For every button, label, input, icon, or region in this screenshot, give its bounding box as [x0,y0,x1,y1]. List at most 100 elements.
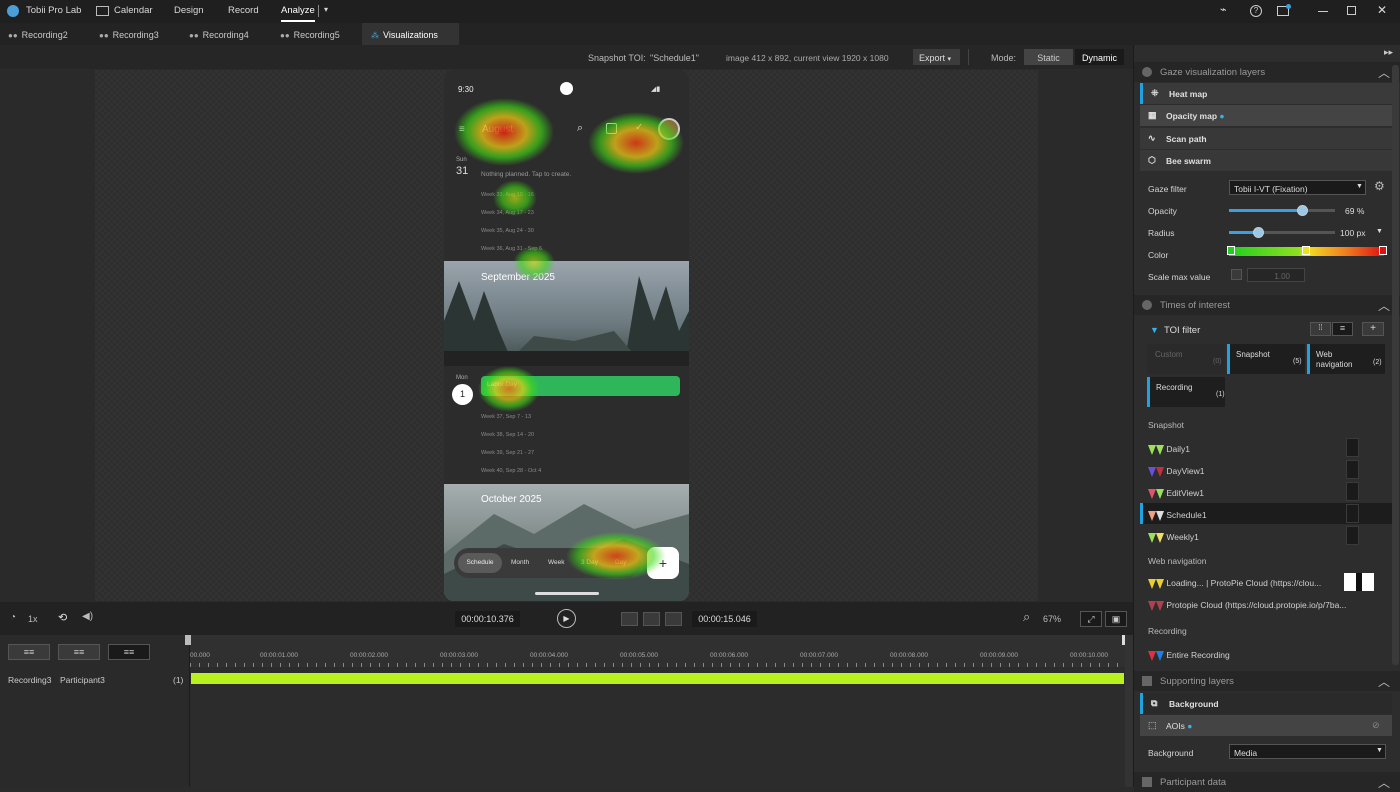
color-stop-high[interactable] [1379,246,1387,255]
toi-item[interactable]: Daily1 [1148,444,1190,455]
export-button[interactable]: Export ▾ [913,49,960,65]
tab-recording5[interactable]: ●● Recording5 [280,23,340,45]
color-stop-low[interactable] [1227,246,1235,255]
layer-background[interactable]: ⧉ Background [1140,693,1392,714]
filter-snapshot[interactable]: Snapshot (5) [1227,344,1305,374]
week-row: Week 33, Aug 10 - 16 [481,192,534,198]
tab-recording2[interactable]: ●● Recording2 [8,23,68,45]
zoom-icon[interactable]: ⌕ [1023,609,1030,625]
nav-design[interactable]: Design [174,5,204,16]
gaze-filter-select[interactable]: Tobii I-VT (Fixation) ▼ [1229,180,1366,195]
toi-item-selected[interactable]: Schedule1 [1148,510,1207,521]
activity-icon[interactable]: ⌁ [1220,3,1227,16]
recording-bar[interactable] [191,673,1124,684]
nav-month: Month [511,559,530,566]
hide-icon[interactable]: ⊘ [1372,720,1380,731]
trim-icon[interactable] [665,612,682,626]
supporting-layers-header[interactable]: Supporting layers ︿ [1134,671,1400,691]
color-stop-mid[interactable] [1302,246,1310,255]
timeline-row-headers: ≡≡ ≡≡ ≡≡ Recording3 Participant3 (1) [0,635,190,787]
layer-bee-swarm[interactable]: ⬡ Bee swarm [1140,150,1392,171]
minimize-icon[interactable] [1318,11,1328,12]
toi-thumbnail [1344,573,1374,591]
nav-analyze[interactable]: Analyze [281,5,315,16]
opacity-slider-thumb[interactable] [1297,205,1309,216]
filter-custom[interactable]: Custom (0) [1147,344,1225,374]
radius-slider-thumb[interactable] [1252,227,1264,238]
toi-thumbnail [1346,482,1359,501]
collapse-panel-icon[interactable]: ▸▸ [1384,47,1393,58]
nav-dropdown-icon[interactable]: ▾ [324,5,328,14]
radius-dropdown-icon[interactable]: ▼ [1376,228,1383,235]
tab-visualizations[interactable]: ⁂ Visualizations [362,23,459,45]
toi-color-marker [1148,578,1156,589]
marker-icon[interactable] [621,612,638,626]
layer-scan-path[interactable]: ∿ Scan path [1140,128,1392,149]
toi-item[interactable]: Entire Recording [1148,650,1230,661]
snapshot-icon[interactable] [643,612,660,626]
playhead-start[interactable] [185,635,191,645]
toi-thumbnail [1346,504,1359,523]
filter-web-navigation[interactable]: Web navigation (2) [1307,344,1385,374]
panel-scrollbar[interactable] [1392,65,1399,665]
chevron-up-icon[interactable]: ︿ [1378,774,1390,791]
speed-icon[interactable]: ◔ [10,612,16,623]
canvas-margin-left [0,70,95,601]
static-mode-button[interactable]: Static [1024,49,1073,65]
playback-speed[interactable]: 1x [28,614,38,624]
add-toi-icon[interactable]: + [1362,322,1384,336]
scale-max-input[interactable]: 1.00 [1247,268,1305,282]
layer-opacity-map[interactable]: ▦ Opacity map ● [1140,105,1392,126]
maximize-icon[interactable] [1347,6,1356,15]
recording-icon: ●● [99,31,109,40]
background-select[interactable]: Media ▼ [1229,744,1386,759]
toi-color-marker [1156,600,1164,611]
toi-name: Protopie Cloud (https://cloud.protopie.i… [1166,600,1347,610]
layer-heat-map[interactable]: ⁜ Heat map [1140,83,1392,104]
scale-max-checkbox[interactable] [1231,269,1242,280]
toi-item[interactable]: DayView1 [1148,466,1205,477]
grid-view-icon[interactable]: ⁞⁞ [1310,322,1331,336]
chevron-up-icon[interactable]: ︿ [1378,64,1390,81]
toi-item[interactable]: EditView1 [1148,488,1204,499]
scale-max-label: Scale max value [1148,272,1211,282]
active-dot: ● [1219,111,1225,121]
chevron-up-icon[interactable]: ︿ [1378,297,1390,314]
toi-item[interactable]: Loading... | ProtoPie Cloud (https://clo… [1148,578,1321,589]
loop-icon[interactable]: ⟲ [58,611,67,624]
timeline-scrollbar[interactable] [1125,635,1133,787]
align-center-icon[interactable]: ≡≡ [58,644,100,660]
end-time: 00:00:15.046 [692,611,757,627]
fullscreen-icon[interactable]: ⤢ [1080,611,1102,627]
dynamic-mode-button[interactable]: Dynamic [1075,49,1124,65]
toi-color-marker [1156,488,1164,499]
static-label: Static [1037,53,1060,63]
play-button[interactable]: ▶ [557,609,576,628]
tobii-logo-icon [7,5,19,17]
tab-recording3[interactable]: ●● Recording3 [99,23,159,45]
align-right-icon[interactable]: ≡≡ [108,644,150,660]
volume-icon[interactable]: ◀) [82,611,93,622]
help-icon[interactable]: ? [1250,5,1262,17]
list-view-icon[interactable]: ≡ [1332,322,1353,336]
chevron-up-icon[interactable]: ︿ [1378,673,1390,690]
align-left-icon[interactable]: ≡≡ [8,644,50,660]
toi-item[interactable]: Protopie Cloud (https://cloud.protopie.i… [1148,600,1346,611]
layer-aois[interactable]: ⬚ AOIs ● ⊘ [1140,715,1392,736]
gear-icon[interactable]: ⚙ [1374,179,1385,193]
radius-slider[interactable] [1229,227,1335,238]
nav-calendar[interactable]: Calendar [114,5,153,16]
nav-record[interactable]: Record [228,5,259,16]
fit-view-icon[interactable]: ▣ [1105,611,1127,627]
tab-recording4[interactable]: ●● Recording4 [189,23,249,45]
toi-header[interactable]: Times of interest ︿ [1134,295,1400,315]
filter-recording[interactable]: Recording (1) [1147,377,1225,407]
gaze-layers-header[interactable]: Gaze visualization layers ︿ [1134,62,1400,82]
toi-item[interactable]: Weekly1 [1148,532,1199,543]
opacity-slider[interactable] [1229,205,1335,216]
color-gradient-bar[interactable] [1227,246,1387,256]
web-group-title: Web navigation [1148,556,1207,566]
time-tick: 00:00:05.000 [620,652,658,659]
participant-data-header[interactable]: Participant data ︿ [1134,772,1400,792]
close-icon[interactable]: ✕ [1377,3,1387,17]
